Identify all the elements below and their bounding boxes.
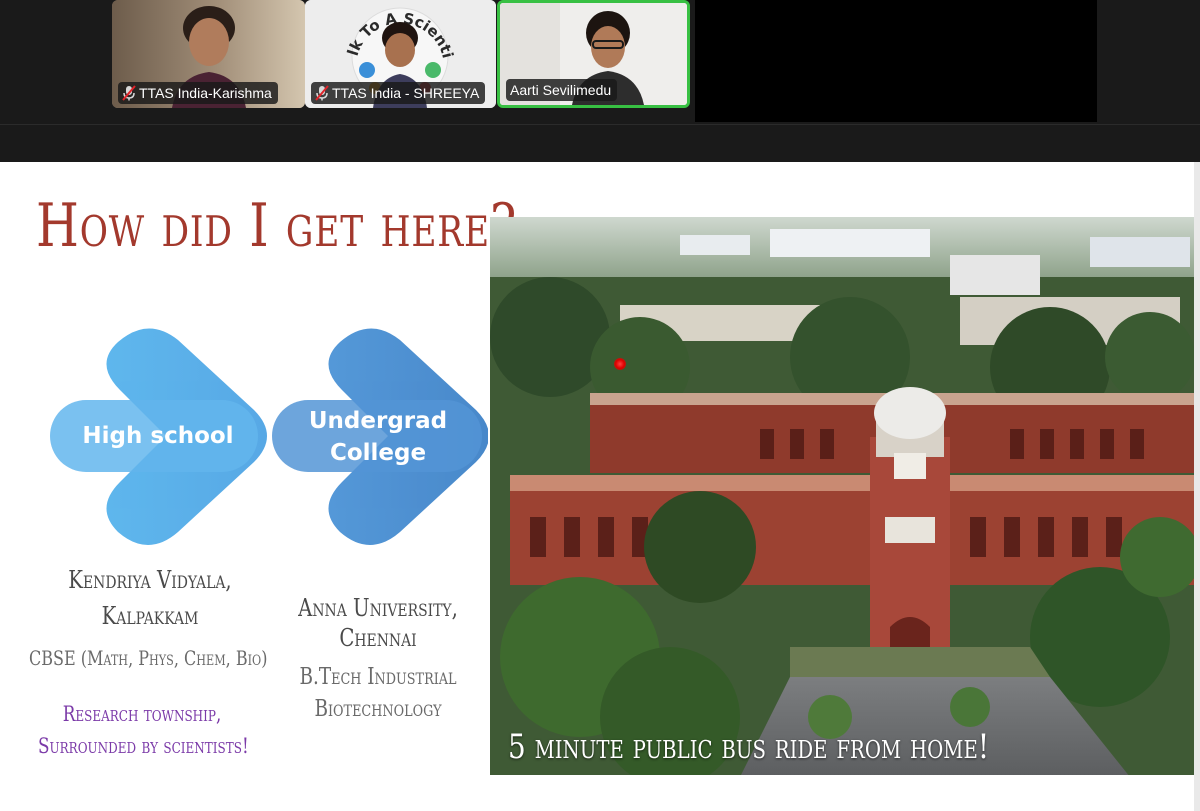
participant-name: TTAS India - SHREEYA	[332, 85, 480, 101]
school-note-line2: Surrounded by scientists!	[38, 734, 249, 758]
video-strip: TTAS India-Karishma Talk To A Scientist	[0, 0, 1200, 162]
participant-name-tag: Aarti Sevilimedu	[506, 79, 618, 101]
school-name-line1: Kendriya Vidyala,	[68, 566, 232, 594]
participant-tile-aarti[interactable]: Aarti Sevilimedu	[497, 0, 690, 108]
step-label-undergrad: Undergrad College	[308, 408, 448, 466]
college-name-line2: Chennai	[339, 624, 417, 652]
school-name-line2: Kalpakkam	[101, 602, 199, 630]
school-detail: CBSE (Math, Phys, Chem, Bio)	[29, 646, 268, 670]
shared-slide: How did I get here? High school Undergra…	[0, 162, 1200, 811]
participant-name: TTAS India-Karishma	[139, 85, 272, 101]
strip-divider	[0, 124, 1200, 125]
laser-pointer-icon	[614, 358, 626, 370]
participant-name: Aarti Sevilimedu	[510, 82, 612, 98]
muted-mic-icon	[122, 85, 136, 101]
campus-aerial-photo: 5 minute public bus ride from home!	[490, 217, 1194, 775]
slide-title: How did I get here?	[36, 191, 518, 261]
campus-illustration	[490, 217, 1194, 775]
participant-name-tag: TTAS India - SHREEYA	[311, 82, 486, 104]
window-edge	[1194, 162, 1200, 811]
participant-tile-karishma[interactable]: TTAS India-Karishma	[112, 0, 305, 108]
school-note-line1: Research township,	[62, 702, 222, 726]
step-label-high-school: High school	[82, 423, 234, 449]
college-detail-line1: B.Tech Industrial	[299, 664, 457, 690]
muted-mic-icon	[315, 85, 329, 101]
college-name-line1: Anna University,	[298, 594, 458, 622]
college-detail-line2: Biotechnology	[314, 696, 442, 722]
photo-caption: 5 minute public bus ride from home!	[508, 727, 990, 767]
participant-tile-empty[interactable]	[695, 0, 1097, 122]
participant-tile-shreeya[interactable]: Talk To A Scientist TTAS India - SHREEYA	[305, 0, 496, 108]
participant-name-tag: TTAS India-Karishma	[118, 82, 278, 104]
